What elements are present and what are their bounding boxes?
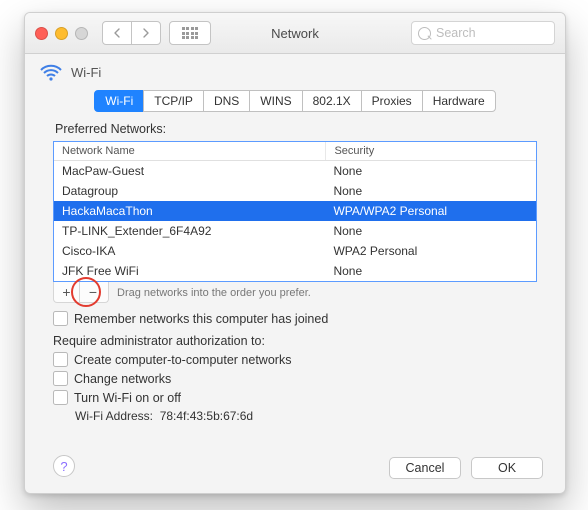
search-icon [418, 27, 431, 40]
tab-8021x[interactable]: 802.1X [302, 90, 362, 112]
col-security[interactable]: Security [326, 142, 536, 160]
chevron-right-icon [142, 28, 150, 38]
window-controls [35, 27, 88, 40]
tab-hardware[interactable]: Hardware [422, 90, 496, 112]
nav-buttons [102, 21, 161, 45]
ok-button[interactable]: OK [471, 457, 543, 479]
checkbox-icon [53, 311, 68, 326]
tab-bar: Wi-Fi TCP/IP DNS WINS 802.1X Proxies Har… [25, 90, 565, 112]
forward-button[interactable] [131, 21, 161, 45]
tab-proxies[interactable]: Proxies [361, 90, 423, 112]
remove-network-button[interactable]: − [80, 282, 106, 302]
admin-c2c-label: Create computer-to-computer networks [74, 353, 291, 367]
admin-toggle-label: Turn Wi-Fi on or off [74, 391, 181, 405]
admin-toggle-checkbox[interactable]: Turn Wi-Fi on or off [53, 390, 537, 405]
cell-security: None [325, 261, 536, 281]
cell-name: HackaMacaThon [54, 201, 325, 221]
admin-auth-label: Require administrator authorization to: [53, 334, 537, 348]
cell-security: None [325, 161, 536, 181]
dialog-footer: Cancel OK [389, 457, 543, 479]
search-placeholder: Search [436, 26, 476, 40]
table-row[interactable]: Datagroup None [54, 181, 536, 201]
pane-header: Wi-Fi [25, 54, 565, 88]
checkbox-icon [53, 390, 68, 405]
help-button[interactable]: ? [53, 455, 75, 477]
col-network-name[interactable]: Network Name [54, 142, 326, 160]
table-row[interactable]: TP-LINK_Extender_6F4A92 None [54, 221, 536, 241]
grid-icon [182, 27, 199, 39]
cancel-button[interactable]: Cancel [389, 457, 461, 479]
table-header: Network Name Security [54, 142, 536, 161]
remember-networks-checkbox[interactable]: Remember networks this computer has join… [53, 311, 537, 326]
table-row[interactable]: MacPaw-Guest None [54, 161, 536, 181]
checkbox-icon [53, 352, 68, 367]
minimize-window-button[interactable] [55, 27, 68, 40]
cell-security: None [325, 181, 536, 201]
cell-name: JFK Free WiFi [54, 261, 325, 281]
preferred-networks-table[interactable]: Network Name Security MacPaw-Guest None … [53, 141, 537, 282]
drag-hint: Drag networks into the order you prefer. [117, 287, 311, 299]
admin-change-label: Change networks [74, 372, 171, 386]
wifi-address-value: 78:4f:43:5b:67:6d [160, 409, 253, 423]
cell-name: Datagroup [54, 181, 325, 201]
table-row[interactable]: HackaMacaThon WPA/WPA2 Personal [54, 201, 536, 221]
tab-wins[interactable]: WINS [249, 90, 302, 112]
show-all-button[interactable] [169, 21, 211, 45]
cell-name: Cisco-IKA [54, 241, 325, 261]
table-row[interactable]: JFK Free WiFi None [54, 261, 536, 281]
table-row[interactable]: Cisco-IKA WPA2 Personal [54, 241, 536, 261]
cell-security: WPA2 Personal [325, 241, 536, 261]
back-button[interactable] [102, 21, 132, 45]
cell-name: TP-LINK_Extender_6F4A92 [54, 221, 325, 241]
admin-change-checkbox[interactable]: Change networks [53, 371, 537, 386]
add-remove-control: + − [53, 282, 109, 303]
zoom-window-button[interactable] [75, 27, 88, 40]
add-network-button[interactable]: + [54, 282, 80, 302]
cell-security: WPA/WPA2 Personal [325, 201, 536, 221]
chevron-left-icon [113, 28, 121, 38]
content-area: Preferred Networks: Network Name Securit… [25, 122, 565, 423]
wifi-address-row: Wi-Fi Address: 78:4f:43:5b:67:6d [75, 409, 537, 423]
close-window-button[interactable] [35, 27, 48, 40]
cell-security: None [325, 221, 536, 241]
admin-c2c-checkbox[interactable]: Create computer-to-computer networks [53, 352, 537, 367]
remember-networks-label: Remember networks this computer has join… [74, 312, 328, 326]
add-remove-row: + − Drag networks into the order you pre… [53, 282, 537, 303]
wifi-icon [39, 62, 63, 82]
checkbox-icon [53, 371, 68, 386]
preferred-networks-label: Preferred Networks: [55, 122, 535, 136]
tab-wifi[interactable]: Wi-Fi [94, 90, 144, 112]
pane-title: Wi-Fi [71, 65, 101, 80]
cell-name: MacPaw-Guest [54, 161, 325, 181]
tab-dns[interactable]: DNS [203, 90, 250, 112]
tab-tcpip[interactable]: TCP/IP [143, 90, 204, 112]
titlebar: Network Search [25, 13, 565, 54]
preferences-window: Network Search Wi-Fi Wi-Fi TCP/IP DNS WI… [24, 12, 566, 494]
search-field[interactable]: Search [411, 21, 555, 45]
wifi-address-label: Wi-Fi Address: [75, 409, 153, 423]
